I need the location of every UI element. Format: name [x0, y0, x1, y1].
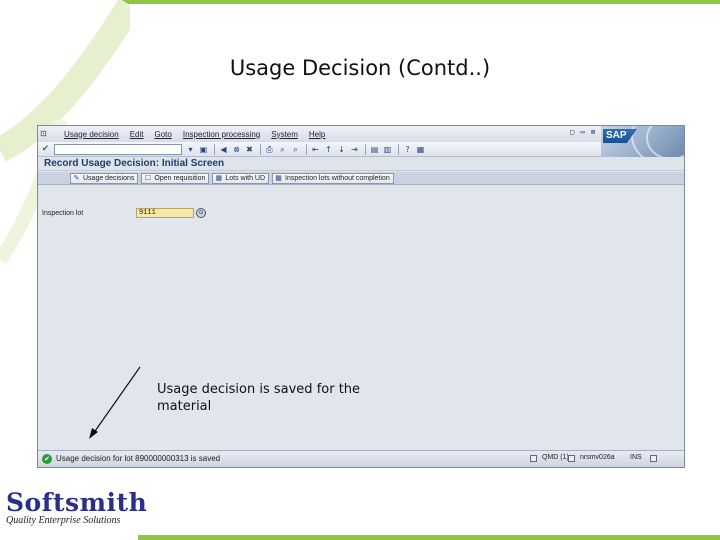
sap-logo: SAP: [601, 126, 684, 157]
menu-bar: ⊡ Usage decision Edit Goto Inspection pr…: [38, 126, 684, 142]
inspection-lot-label: Inspection lot: [42, 210, 84, 217]
open-requisition-icon: ☐: [144, 173, 152, 182]
menu-goto[interactable]: Goto: [155, 130, 172, 139]
exit-icon[interactable]: ⊗: [231, 144, 242, 155]
back-icon[interactable]: ◀: [218, 144, 229, 155]
standard-toolbar: ✔ ▾ ▣ ◀ ⊗ ✖ ⎙ ⌕ ⌕ ⇤ ↑ ↓ ⇥ ▤ ▥ ? ▦: [38, 142, 601, 157]
save-icon[interactable]: ▣: [198, 144, 209, 155]
value-help-icon[interactable]: ⊙: [196, 208, 206, 218]
usage-decision-icon: ✎: [73, 173, 80, 182]
status-mode: INS: [630, 454, 642, 461]
menu-help[interactable]: Help: [309, 130, 325, 139]
defects-icon: ▦: [275, 173, 282, 182]
status-system: QMD (1): [542, 454, 569, 461]
status-bar: ✔ Usage decision for lot 890000000313 is…: [38, 450, 684, 467]
success-check-icon: ✔: [42, 454, 52, 464]
previous-page-icon[interactable]: ↑: [323, 144, 334, 155]
toolbar-separator: [398, 143, 399, 155]
lots-without-completion-button[interactable]: ▦ Inspection lots without completion: [272, 172, 394, 184]
annotation-arrow: [89, 366, 141, 439]
next-page-icon[interactable]: ↓: [336, 144, 347, 155]
menu-usage-decision[interactable]: Usage decision: [64, 130, 119, 139]
status-message: Usage decision for lot 890000000313 is s…: [56, 454, 221, 463]
inspection-lot-input[interactable]: 9111: [136, 208, 194, 218]
lots-with-ud-button[interactable]: ▦ Lots with UD: [212, 172, 270, 184]
toolbar-separator: [214, 143, 215, 155]
toolbar-separator: [365, 143, 366, 155]
status-client-icon[interactable]: [568, 455, 575, 462]
help-icon[interactable]: ?: [402, 144, 413, 155]
toolbar-separator: [306, 143, 307, 155]
menu-system[interactable]: System: [271, 130, 298, 139]
slide-title: Usage Decision (Contd..): [229, 56, 491, 80]
softsmith-logo: Softsmith Quality Enterprise Solutions: [6, 488, 148, 536]
open-requisition-button[interactable]: ☐ Open requisition: [141, 172, 210, 184]
sap-window-icon[interactable]: ⊡: [40, 128, 54, 140]
top-accent-bar: [120, 0, 720, 4]
menu-inspection-processing[interactable]: Inspection processing: [183, 130, 260, 139]
layout-menu-icon[interactable]: ▦: [415, 144, 426, 155]
screen-title: Record Usage Decision: Initial Screen: [38, 157, 684, 171]
annotation-text: Usage decision is saved for the material: [157, 382, 361, 414]
status-client: nrsmv026a: [580, 454, 615, 461]
find-icon[interactable]: ⌕: [277, 144, 288, 155]
find-next-icon[interactable]: ⌕: [290, 144, 301, 155]
new-session-icon[interactable]: ▤: [369, 144, 380, 155]
window-controls[interactable]: □ ▭ ⊠: [570, 128, 596, 136]
bottom-accent-bar: [138, 535, 720, 540]
logo-name: Softsmith: [6, 488, 148, 517]
application-toolbar: ✎ Usage decisions ☐ Open requisition ▦ L…: [38, 172, 684, 185]
status-dropdown-icon[interactable]: [530, 455, 537, 462]
print-icon[interactable]: ⎙: [264, 144, 275, 155]
logo-tagline: Quality Enterprise Solutions: [6, 515, 121, 526]
shortcut-icon[interactable]: ▥: [382, 144, 393, 155]
status-lock-icon[interactable]: [650, 455, 657, 462]
enter-check-icon[interactable]: ✔: [40, 144, 51, 155]
first-page-icon[interactable]: ⇤: [310, 144, 321, 155]
dropdown-icon[interactable]: ▾: [185, 144, 196, 155]
last-page-icon[interactable]: ⇥: [349, 144, 360, 155]
toolbar-separator: [260, 143, 261, 155]
command-field[interactable]: [54, 143, 182, 155]
lots-icon: ▦: [215, 173, 223, 182]
menu-edit[interactable]: Edit: [130, 130, 144, 139]
cancel-icon[interactable]: ✖: [244, 144, 255, 155]
usage-decisions-button[interactable]: ✎ Usage decisions: [70, 172, 139, 184]
